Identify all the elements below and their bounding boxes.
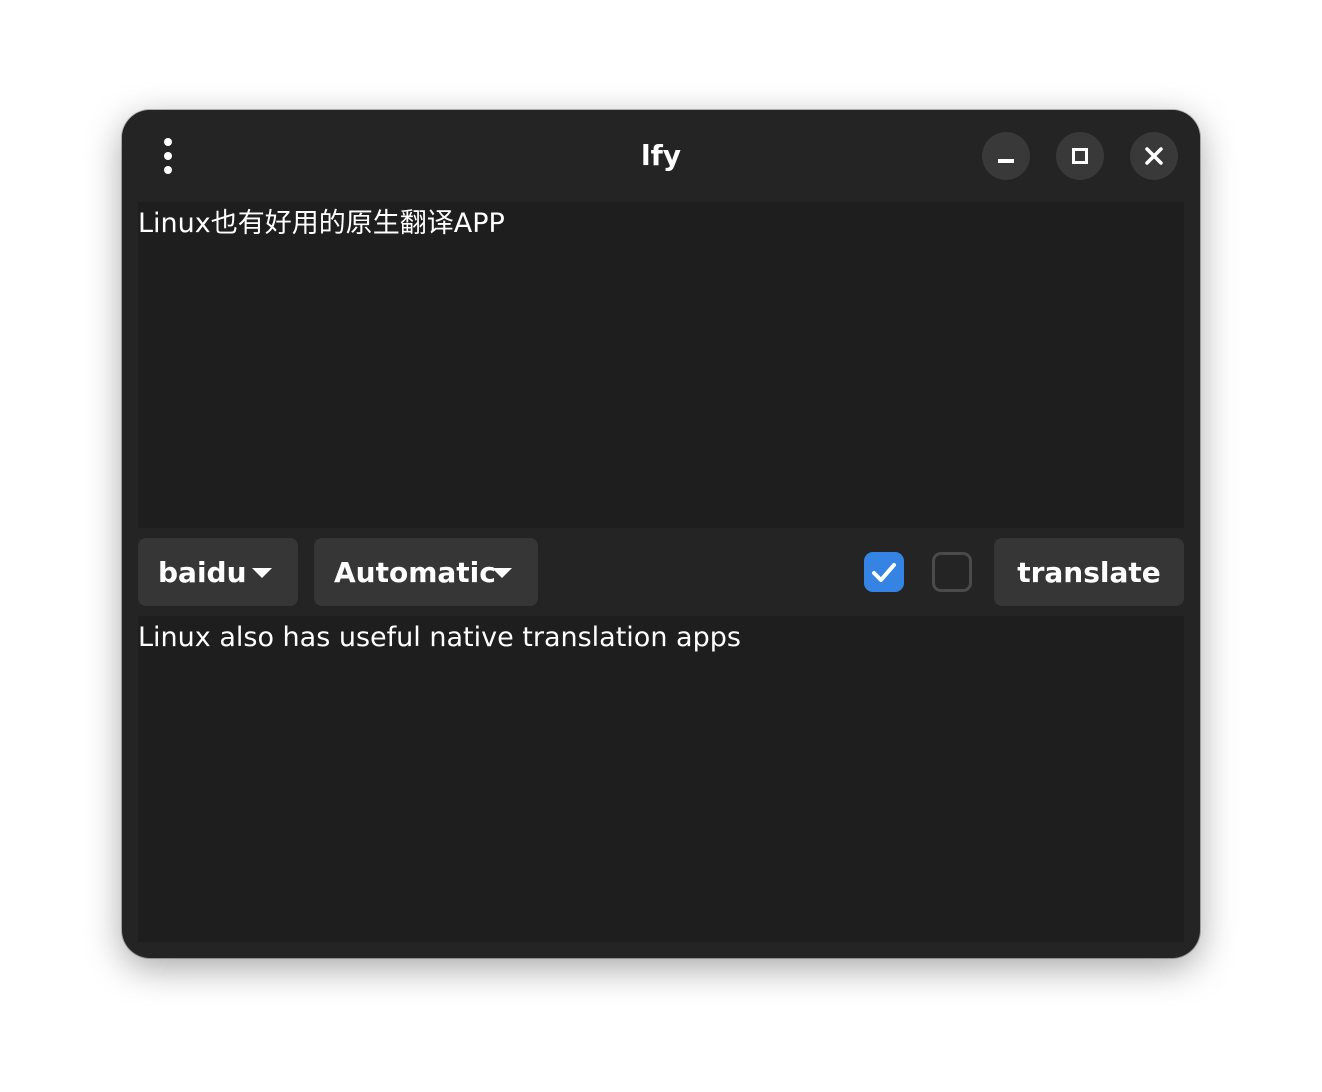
chevron-down-icon — [492, 568, 512, 578]
minimize-button[interactable] — [982, 132, 1030, 180]
language-dropdown-label: Automatic — [334, 555, 496, 589]
checkmark-icon — [872, 563, 896, 582]
source-text-area[interactable]: Linux也有好用的原生翻译APP — [138, 202, 1184, 528]
translation-toolbar: baidu Automatic translate — [122, 528, 1200, 616]
maximize-icon — [1072, 148, 1088, 164]
chevron-down-icon — [252, 568, 272, 578]
close-icon — [1145, 147, 1163, 165]
maximize-button[interactable] — [1056, 132, 1104, 180]
translate-button[interactable]: translate — [994, 538, 1184, 606]
header-bar: lfy — [122, 110, 1200, 202]
result-text-area[interactable]: Linux also has useful native translation… — [138, 616, 1184, 942]
checkbox-option-1[interactable] — [864, 552, 904, 592]
close-button[interactable] — [1130, 132, 1178, 180]
source-text: Linux也有好用的原生翻译APP — [138, 208, 505, 239]
app-window: lfy Linux也有好用的原生翻译APP baidu Automatic tr… — [122, 110, 1200, 958]
checkbox-option-2[interactable] — [932, 552, 972, 592]
minimize-icon — [998, 159, 1014, 163]
engine-dropdown[interactable]: baidu — [138, 538, 298, 606]
window-title: lfy — [640, 139, 682, 172]
engine-dropdown-label: baidu — [158, 555, 247, 589]
language-dropdown[interactable]: Automatic — [314, 538, 538, 606]
result-text: Linux also has useful native translation… — [138, 622, 741, 653]
